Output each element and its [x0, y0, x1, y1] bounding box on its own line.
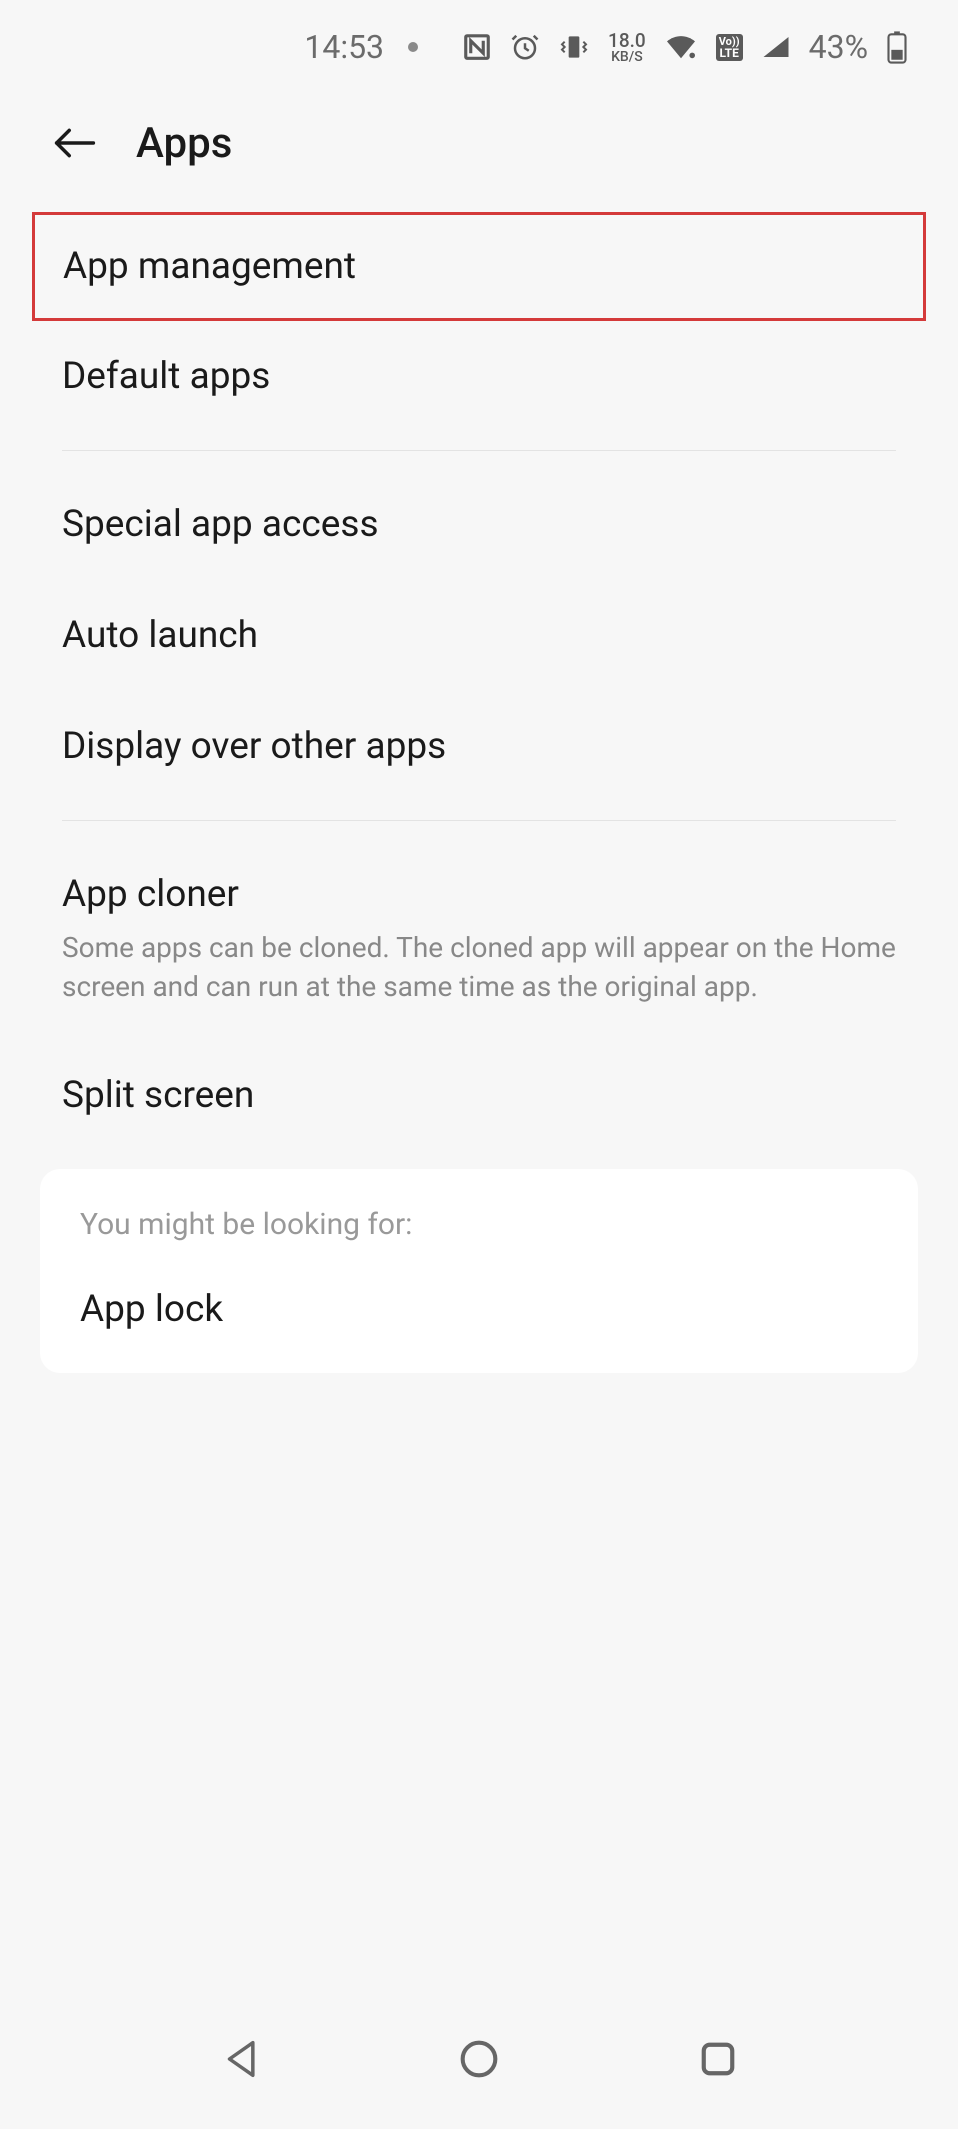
- battery-percent: 43%: [809, 28, 868, 66]
- list-item-special-access[interactable]: Special app access: [0, 469, 958, 580]
- list-item-display-over-other[interactable]: Display over other apps: [0, 691, 958, 802]
- data-rate-indicator: 18.0 KB/S: [608, 31, 646, 64]
- list-item-auto-launch[interactable]: Auto launch: [0, 580, 958, 691]
- navigation-bar: [0, 1989, 958, 2129]
- divider: [62, 450, 896, 451]
- alarm-icon: [510, 32, 540, 62]
- list-item-label: Display over other apps: [62, 725, 896, 768]
- list-item-label: Split screen: [62, 1074, 896, 1117]
- list-item-label: Default apps: [62, 355, 896, 398]
- vibrate-icon: [558, 32, 590, 62]
- list-item-description: Some apps can be cloned. The cloned app …: [62, 928, 896, 1006]
- back-button[interactable]: [50, 118, 100, 168]
- list-item-default-apps[interactable]: Default apps: [0, 321, 958, 432]
- nav-recent-button[interactable]: [688, 2029, 748, 2089]
- battery-icon: [886, 30, 908, 64]
- wifi-icon: [664, 33, 698, 61]
- page-title: Apps: [136, 119, 232, 168]
- volte-icon: Vo)) LTE: [716, 34, 743, 61]
- list-item-split-screen[interactable]: Split screen: [0, 1040, 958, 1151]
- list-item-label: Special app access: [62, 503, 896, 546]
- list-item-app-management[interactable]: App management: [32, 212, 926, 321]
- list-item-app-cloner[interactable]: App cloner Some apps can be cloned. The …: [0, 839, 958, 1040]
- status-time: 14:53: [304, 28, 384, 66]
- nav-home-button[interactable]: [449, 2029, 509, 2089]
- list-item-label: Auto launch: [62, 614, 896, 657]
- suggestion-card-title: You might be looking for:: [80, 1207, 878, 1242]
- suggestion-card: You might be looking for: App lock: [40, 1169, 918, 1373]
- list-item-label: App management: [63, 245, 893, 288]
- divider: [62, 820, 896, 821]
- status-separator-dot: [408, 42, 418, 52]
- nav-back-button[interactable]: [210, 2029, 270, 2089]
- status-bar: 14:53 18.0 KB/S Vo)) LTE: [0, 0, 958, 94]
- suggestion-card-item-app-lock[interactable]: App lock: [80, 1288, 878, 1331]
- settings-list: App management Default apps Special app …: [0, 212, 958, 1373]
- list-item-label: App cloner: [62, 873, 896, 916]
- page-header: Apps: [0, 94, 958, 212]
- nfc-icon: [462, 32, 492, 62]
- signal-icon: [761, 34, 791, 60]
